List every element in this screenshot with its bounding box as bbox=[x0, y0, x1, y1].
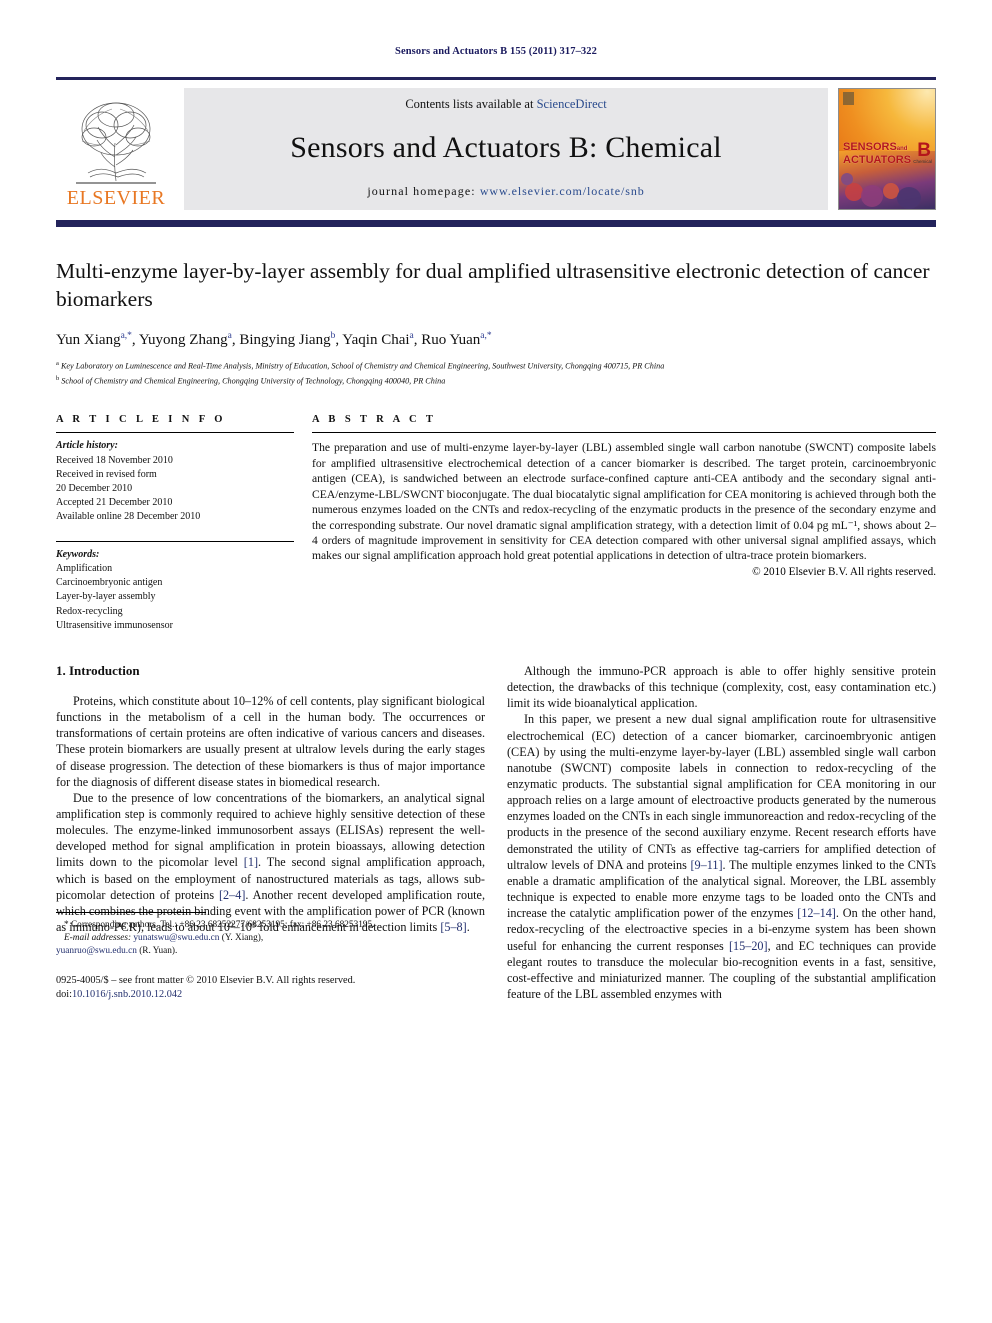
doi-link[interactable]: 10.1016/j.snb.2010.12.042 bbox=[72, 989, 182, 1000]
email-note-line2: yuanruo@swu.edu.cn (R. Yuan). bbox=[56, 945, 485, 958]
body-columns: 1. Introduction Proteins, which constitu… bbox=[56, 663, 936, 1002]
body-column-right: Although the immuno-PCR approach is able… bbox=[507, 663, 936, 1002]
keyword-item: Ultrasensitive immunosensor bbox=[56, 619, 173, 631]
corresponding-author-note: * Corresponding authors. Tel.: +86 23 68… bbox=[56, 919, 485, 932]
section-heading-introduction: 1. Introduction bbox=[56, 662, 140, 678]
journal-cover-thumbnail: SENSORSand ACTUATORS B Chemical bbox=[838, 88, 936, 210]
info-abstract-row: A R T I C L E I N F O Article history: R… bbox=[56, 414, 936, 632]
article-info-heading: A R T I C L E I N F O bbox=[56, 414, 226, 426]
journal-masthead: ELSEVIER Contents lists available at Sci… bbox=[56, 77, 936, 227]
paragraph: Although the immuno-PCR approach is able… bbox=[507, 663, 936, 711]
cover-blob bbox=[897, 187, 921, 209]
paragraph: In this paper, we present a new dual sig… bbox=[507, 712, 936, 1002]
elsevier-logo: ELSEVIER bbox=[56, 88, 176, 210]
history-item: Available online 28 December 2010 bbox=[56, 511, 201, 523]
footnote-block: * Corresponding authors. Tel.: +86 23 68… bbox=[56, 912, 485, 1002]
author-list: Yun Xianga,*, Yuyong Zhanga, Bingying Ji… bbox=[56, 331, 492, 348]
cover-line2: ACTUATORS bbox=[843, 154, 912, 167]
citation-ref[interactable]: [1] bbox=[244, 855, 258, 869]
journal-homepage-link[interactable]: www.elsevier.com/locate/snb bbox=[480, 184, 645, 198]
cover-letter-b: B bbox=[917, 139, 931, 161]
keyword-item: Carcinoembryonic antigen bbox=[56, 577, 163, 589]
history-item: Accepted 21 December 2010 bbox=[56, 497, 173, 509]
elsevier-wordmark: ELSEVIER bbox=[66, 187, 166, 209]
cover-title-text: SENSORSand ACTUATORS bbox=[843, 140, 912, 167]
email-owner-2: (R. Yuan). bbox=[139, 946, 178, 957]
email-link-2[interactable]: yuanruo@swu.edu.cn bbox=[56, 946, 137, 956]
abstract-heading: A B S T R A C T bbox=[312, 414, 437, 426]
doi-line: doi:10.1016/j.snb.2010.12.042 bbox=[56, 988, 485, 1002]
corresponding-author-text: * Corresponding authors. Tel.: +86 23 68… bbox=[64, 920, 375, 931]
doi-label: doi: bbox=[56, 989, 73, 1001]
contents-prefix: Contents lists available at bbox=[405, 97, 537, 111]
homepage-label: journal homepage: bbox=[367, 184, 476, 198]
email-note-line1: E-mail addresses: yunatswu@swu.edu.cn (Y… bbox=[56, 932, 485, 945]
cover-blob bbox=[841, 173, 853, 185]
email-link-1[interactable]: yunatswu@swu.edu.cn bbox=[133, 933, 219, 943]
article-history-block: Article history: Received 18 November 20… bbox=[56, 433, 294, 524]
history-item: 20 December 2010 bbox=[56, 483, 133, 495]
masthead-bottom-rule bbox=[56, 220, 936, 227]
cover-elsevier-mark-icon bbox=[843, 92, 854, 105]
cover-subtitle: Chemical bbox=[913, 158, 932, 164]
citation-ref[interactable]: [15–20] bbox=[729, 939, 768, 953]
article-page: Sensors and Actuators B 155 (2011) 317–3… bbox=[0, 0, 992, 1323]
title-block: Multi-enzyme layer-by-layer assembly for… bbox=[56, 257, 936, 388]
footnote-rule bbox=[56, 912, 206, 914]
email-owner-1: (Y. Xiang), bbox=[221, 933, 264, 944]
contents-available-line: Contents lists available at ScienceDirec… bbox=[405, 97, 606, 112]
body-column-left: 1. Introduction Proteins, which constitu… bbox=[56, 663, 485, 1002]
history-item: Received in revised form bbox=[56, 468, 157, 480]
journal-band: Contents lists available at ScienceDirec… bbox=[184, 88, 828, 210]
elsevier-tree-icon bbox=[76, 102, 156, 184]
keyword-item: Layer-by-layer assembly bbox=[56, 591, 156, 603]
paragraph: Proteins, which constitute about 10–12% … bbox=[56, 693, 485, 789]
keyword-item: Redox-recycling bbox=[56, 605, 123, 617]
citation-ref[interactable]: [9–11] bbox=[691, 858, 723, 872]
journal-title: Sensors and Actuators B: Chemical bbox=[290, 131, 722, 164]
article-history-label: Article history: bbox=[56, 440, 118, 452]
affiliation-a: a Key Laboratory on Luminescence and Rea… bbox=[56, 360, 665, 371]
abstract-column: A B S T R A C T The preparation and use … bbox=[312, 414, 936, 632]
cover-line1-small: and bbox=[896, 145, 908, 152]
running-head: Sensors and Actuators B 155 (2011) 317–3… bbox=[395, 46, 597, 57]
affiliation-b: b School of Chemistry and Chemical Engin… bbox=[56, 375, 446, 386]
cover-blob bbox=[861, 185, 883, 207]
abstract-text: The preparation and use of multi-enzyme … bbox=[312, 441, 936, 563]
page-title: Multi-enzyme layer-by-layer assembly for… bbox=[56, 259, 930, 311]
citation-ref[interactable]: [12–14] bbox=[797, 906, 836, 920]
history-item: Received 18 November 2010 bbox=[56, 454, 173, 466]
citation-ref[interactable]: [2–4] bbox=[219, 888, 245, 902]
sciencedirect-link[interactable]: ScienceDirect bbox=[537, 97, 607, 111]
keywords-label: Keywords: bbox=[56, 548, 100, 560]
cover-line1: SENSORS bbox=[843, 140, 897, 153]
abstract-copyright: © 2010 Elsevier B.V. All rights reserved… bbox=[752, 565, 936, 578]
keywords-block: Keywords: Amplification Carcinoembryonic… bbox=[56, 542, 294, 633]
email-addresses-label: E-mail addresses: bbox=[64, 933, 132, 944]
journal-homepage-line: journal homepage: www.elsevier.com/locat… bbox=[367, 184, 644, 199]
affiliations: a Key Laboratory on Luminescence and Rea… bbox=[56, 358, 936, 388]
imprint-block: 0925-4005/$ – see front matter © 2010 El… bbox=[56, 974, 485, 1002]
imprint-line: 0925-4005/$ – see front matter © 2010 El… bbox=[56, 975, 356, 987]
affiliation-b-text: School of Chemistry and Chemical Enginee… bbox=[61, 376, 446, 386]
affiliation-a-text: Key Laboratory on Luminescence and Real-… bbox=[60, 361, 665, 371]
article-info-column: A R T I C L E I N F O Article history: R… bbox=[56, 414, 294, 632]
keyword-item: Amplification bbox=[56, 562, 113, 574]
